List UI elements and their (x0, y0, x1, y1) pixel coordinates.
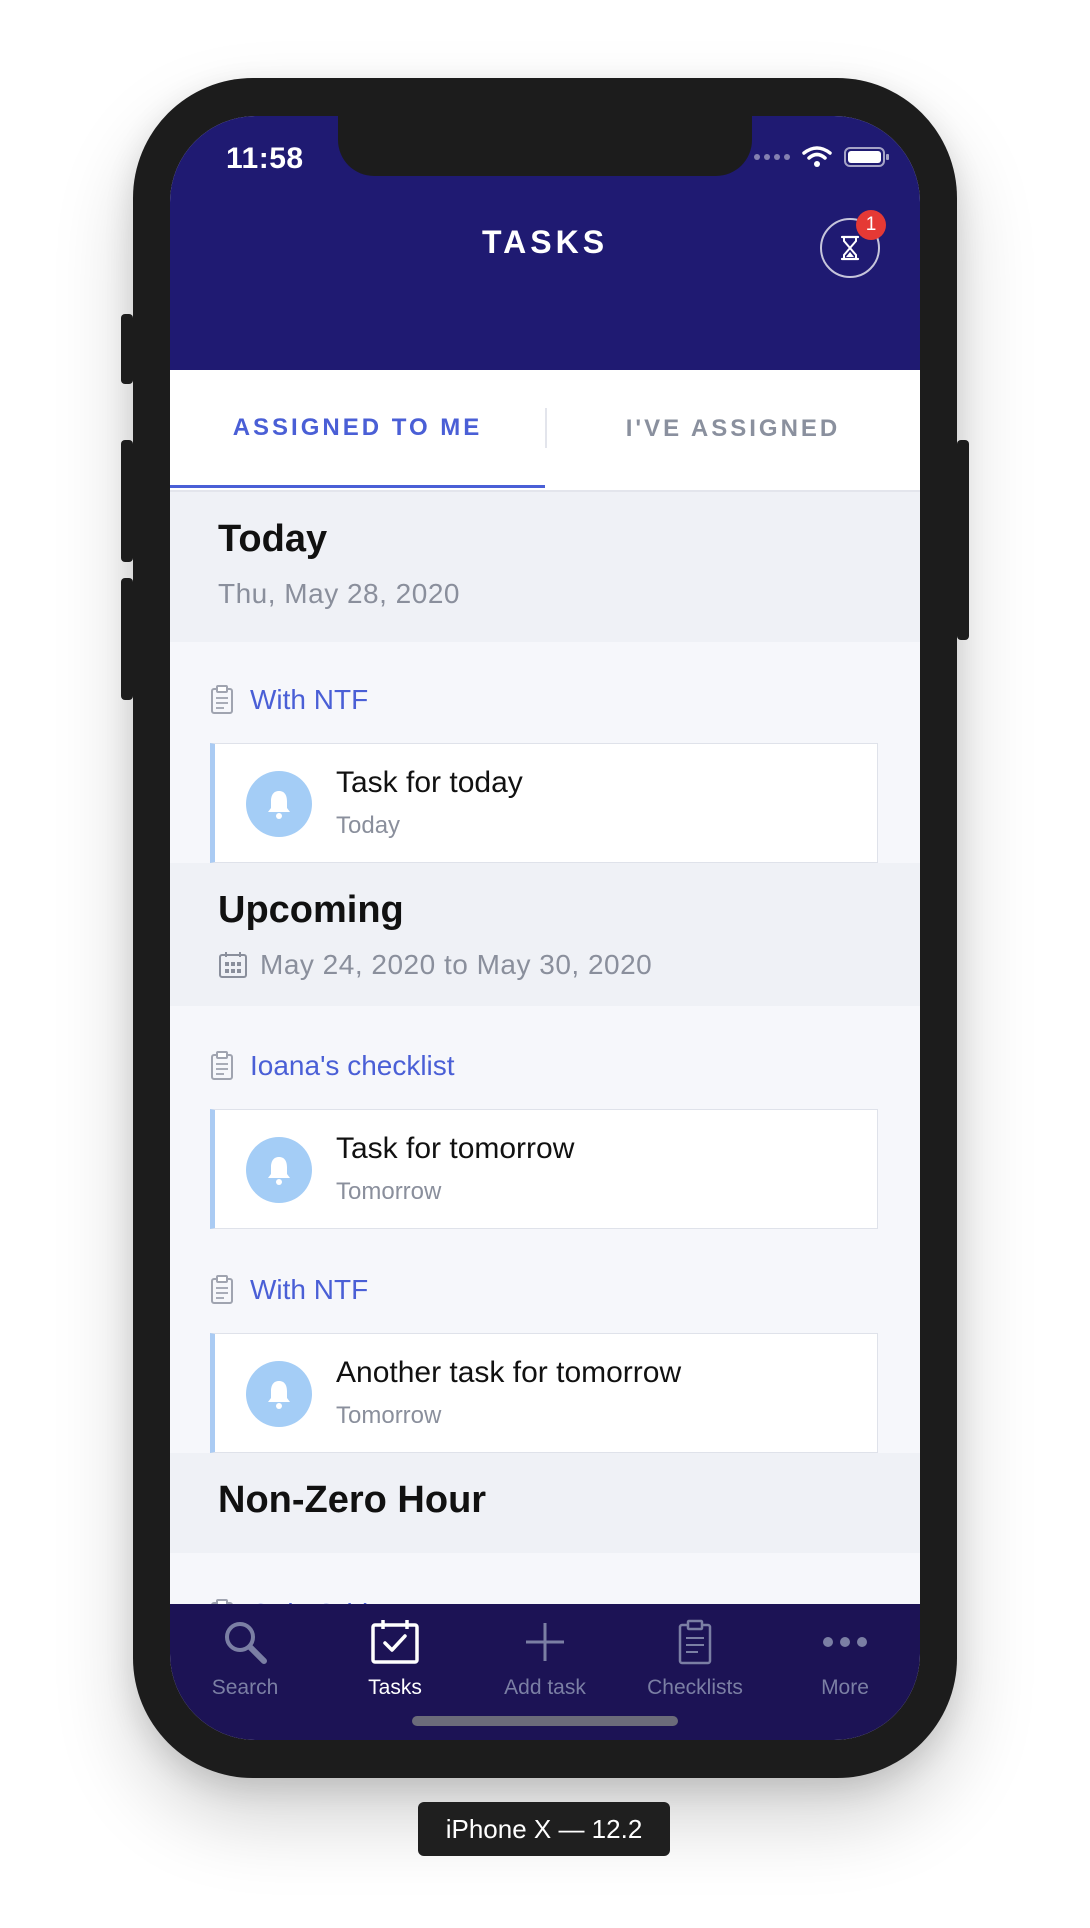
tab-assigned-to-me[interactable]: ASSIGNED TO ME (170, 370, 545, 488)
hourglass-icon (840, 235, 860, 261)
section-title: Non-Zero Hour (218, 1479, 487, 1521)
device-frame: 11:58 TASKS 1 ASSIGNED TO ME I'VE ASSIGN… (121, 78, 969, 1778)
home-indicator[interactable] (412, 1716, 678, 1726)
group-label-text: Ioana's checklist (250, 1050, 455, 1081)
date-range-text: May 24, 2020 to May 30, 2020 (260, 949, 653, 980)
device-caption: iPhone X — 12.2 (418, 1802, 670, 1856)
tab-checklists[interactable]: Checklists (620, 1604, 770, 1714)
tab-ive-assigned[interactable]: I'VE ASSIGNED (546, 370, 920, 488)
task-card[interactable]: Another task for tomorrow Tomorrow (210, 1333, 878, 1453)
group-label[interactable]: With NTF (210, 1274, 368, 1306)
group-label[interactable]: With NTF (210, 684, 368, 716)
tab-label: More (821, 1676, 869, 1699)
group-label[interactable]: Ioana's checklist (210, 1050, 455, 1082)
power-button (957, 440, 969, 640)
calendar-check-icon (371, 1620, 419, 1664)
status-icons (754, 146, 890, 168)
device-notch (338, 116, 752, 176)
task-card[interactable]: Task for tomorrow Tomorrow (210, 1109, 878, 1229)
screen: 11:58 TASKS 1 ASSIGNED TO ME I'VE ASSIGN… (170, 116, 920, 1740)
wifi-icon (802, 146, 832, 167)
section-non-zero-hour: Non-Zero Hour (170, 1453, 920, 1553)
clipboard-icon (211, 685, 233, 714)
task-title: Task for today (336, 766, 523, 799)
group-label-text: With NTF (250, 1274, 369, 1305)
volume-down-button (121, 578, 133, 700)
section-today: Today Thu, May 28, 2020 (170, 492, 920, 642)
group-label-text: With NTF (250, 684, 369, 715)
clipboard-icon (678, 1619, 712, 1665)
calendar-icon (219, 952, 247, 978)
plus-icon (526, 1623, 564, 1661)
status-time: 11:58 (226, 142, 304, 175)
signal-icon (754, 154, 790, 160)
tab-search[interactable]: Search (170, 1604, 320, 1714)
tab-label: Add task (504, 1676, 586, 1699)
page-title: TASKS (481, 224, 609, 260)
clipboard-icon (211, 1275, 233, 1304)
search-icon (225, 1622, 267, 1664)
task-due: Tomorrow (336, 1178, 442, 1205)
tab-label: Tasks (368, 1676, 422, 1699)
volume-up-button (121, 440, 133, 562)
section-date-range: May 24, 2020 to May 30, 2020 (218, 949, 652, 981)
task-title: Task for tomorrow (336, 1132, 575, 1165)
tab-label: Checklists (647, 1676, 743, 1699)
timer-badge: 1 (856, 210, 886, 240)
mute-switch (121, 314, 133, 384)
section-upcoming: Upcoming May 24, 2020 to May 30, 2020 (170, 863, 920, 1006)
tab-tasks[interactable]: Tasks (320, 1604, 470, 1714)
tab-add-task[interactable]: Add task (470, 1604, 620, 1714)
task-card[interactable]: Task for today Today (210, 743, 878, 863)
tab-label: Search (211, 1676, 279, 1699)
more-icon (823, 1637, 867, 1647)
battery-icon (844, 147, 889, 167)
clipboard-icon (211, 1051, 233, 1080)
section-title: Upcoming (218, 889, 404, 931)
section-date: Thu, May 28, 2020 (218, 578, 460, 609)
section-title: Today (218, 518, 328, 560)
tab-more[interactable]: More (770, 1604, 920, 1714)
bell-icon (246, 771, 312, 837)
bell-icon (246, 1361, 312, 1427)
bell-icon (246, 1137, 312, 1203)
segmented-tabs: ASSIGNED TO ME I'VE ASSIGNED (170, 370, 920, 492)
task-due: Today (336, 812, 401, 839)
task-due: Tomorrow (336, 1402, 442, 1429)
app-header: 11:58 TASKS 1 (170, 116, 920, 370)
task-title: Another task for tomorrow (336, 1356, 682, 1389)
